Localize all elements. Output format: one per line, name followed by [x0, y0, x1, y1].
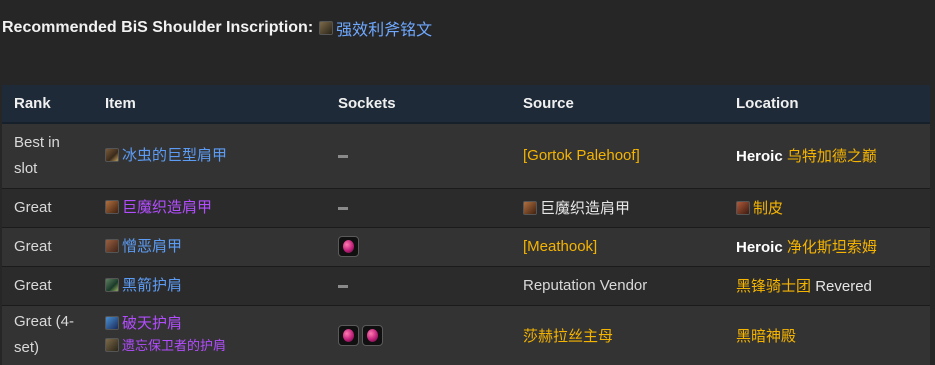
item-link[interactable]: 憎恶肩甲	[105, 236, 326, 258]
inscription-icon	[319, 21, 334, 35]
location-link[interactable]: 黑暗神殿	[736, 328, 796, 345]
source-link[interactable]: 莎赫拉丝主母	[523, 328, 613, 345]
table-row: Great 巨魔织造肩甲 巨魔织造肩甲 制皮	[2, 187, 930, 227]
heroic-label: Heroic	[736, 148, 783, 166]
item-cell: 巨魔织造肩甲	[93, 187, 326, 227]
item-link[interactable]: 巨魔织造肩甲	[105, 197, 326, 219]
table-row: Great (4-set) 破天护肩 遗忘保卫者的护肩 莎赫拉丝主母 黑暗神殿	[2, 304, 930, 365]
sockets-cell	[326, 187, 511, 227]
location-cell: 黑锋骑士团 Revered	[724, 265, 930, 305]
inscription-heading: Recommended BiS Shoulder Inscription: 强效…	[2, 16, 432, 40]
location-cell: 制皮	[724, 187, 930, 227]
recipe-icon	[523, 201, 537, 215]
heroic-label: Heroic	[736, 239, 783, 256]
rank-label: Best in slot	[14, 133, 60, 177]
empty-dash-icon	[338, 284, 348, 288]
source-cell: 莎赫拉丝主母	[511, 304, 724, 365]
column-header-item: Item	[93, 85, 326, 124]
shoulder-icon	[105, 147, 119, 162]
source-link[interactable]: 巨魔织造肩甲	[523, 200, 630, 217]
shoulder-icon	[105, 238, 119, 253]
rank-cell: Best in slot	[2, 122, 93, 188]
rank-label: Great (4-set)	[14, 313, 75, 357]
shoulder-icon	[105, 316, 119, 331]
source-cell: Reputation Vendor	[511, 265, 724, 305]
source-link[interactable]: [Meathook]	[523, 238, 597, 255]
token-icon	[105, 338, 119, 353]
location-link[interactable]: 净化斯坦索姆	[787, 239, 877, 256]
item-link[interactable]: 黑箭护肩	[105, 275, 326, 297]
location-link[interactable]: 乌特加德之巅	[787, 148, 877, 165]
red-socket-icon[interactable]	[338, 236, 359, 257]
column-header-location: Location	[724, 85, 930, 124]
reputation-level: Revered	[815, 278, 872, 295]
item-name: 破天护肩	[122, 315, 183, 333]
empty-dash-icon	[338, 206, 348, 210]
location-name: 制皮	[753, 200, 784, 217]
rank-cell: Great	[2, 187, 93, 227]
item-name: 黑箭护肩	[122, 276, 183, 294]
sockets-cell	[326, 122, 511, 188]
item-link[interactable]: 冰虫的巨型肩甲	[105, 145, 326, 167]
location-link[interactable]: 制皮	[736, 200, 783, 217]
inscription-link[interactable]: 强效利斧铭文	[319, 16, 432, 40]
token-name: 遗忘保卫者的护肩	[122, 338, 227, 354]
shoulder-icon	[105, 199, 119, 214]
source-link[interactable]: [Gortok Palehoof]	[523, 147, 640, 164]
column-header-source: Source	[511, 85, 724, 124]
table-row: Great 黑箭护肩 Reputation Vendor 黑锋骑士团 Rever…	[2, 265, 930, 305]
item-name: 冰虫的巨型肩甲	[122, 146, 228, 164]
source-cell: 巨魔织造肩甲	[511, 187, 724, 227]
empty-dash-icon	[338, 154, 348, 158]
leatherworking-icon	[736, 201, 750, 215]
table-row: Great 憎恶肩甲 [Meathook] Heroic 净化斯坦索姆	[2, 226, 930, 266]
column-header-sockets: Sockets	[326, 85, 511, 124]
source-cell: [Meathook]	[511, 226, 724, 266]
inscription-name: 强效利斧铭文	[336, 22, 433, 39]
location-cell: Heroic 乌特加德之巅	[724, 122, 930, 188]
red-socket-icon[interactable]	[338, 324, 359, 346]
item-name: 巨魔织造肩甲	[122, 198, 213, 216]
source-cell: [Gortok Palehoof]	[511, 122, 724, 188]
red-socket-icon[interactable]	[362, 324, 383, 346]
item-cell: 黑箭护肩	[93, 265, 326, 305]
item-cell: 冰虫的巨型肩甲	[93, 122, 326, 188]
source-name: 巨魔织造肩甲	[540, 200, 631, 217]
table-header-row: Rank Item Sockets Source Location	[2, 85, 930, 124]
sockets-cell	[326, 304, 511, 365]
item-link[interactable]: 破天护肩	[105, 313, 326, 335]
table-row: Best in slot 冰虫的巨型肩甲 [Gortok Palehoof] H…	[2, 122, 930, 188]
item-cell: 憎恶肩甲	[93, 226, 326, 266]
bis-table: Rank Item Sockets Source Location Best i…	[2, 85, 930, 365]
token-link[interactable]: 遗忘保卫者的护肩	[105, 335, 326, 357]
rank-cell: Great	[2, 265, 93, 305]
location-cell: Heroic 净化斯坦索姆	[724, 226, 930, 266]
item-cell: 破天护肩 遗忘保卫者的护肩	[93, 304, 326, 365]
item-name: 憎恶肩甲	[122, 237, 183, 255]
sockets-cell	[326, 226, 511, 266]
inscription-heading-label: Recommended BiS Shoulder Inscription:	[2, 19, 314, 36]
location-cell: 黑暗神殿	[724, 304, 930, 365]
rank-cell: Great	[2, 226, 93, 266]
sockets-cell	[326, 265, 511, 305]
column-header-rank: Rank	[2, 85, 93, 124]
location-link[interactable]: 黑锋骑士团	[736, 278, 811, 295]
shoulder-icon	[105, 277, 119, 292]
rank-cell: Great (4-set)	[2, 304, 93, 365]
